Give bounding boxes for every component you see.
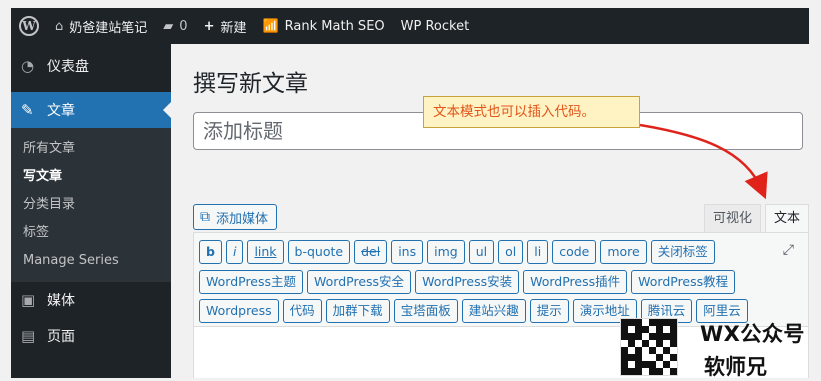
quicktag-button[interactable]: ol	[498, 240, 524, 264]
comment-bubble-icon: ▰	[163, 18, 174, 34]
quicktag-button[interactable]: link	[247, 240, 284, 264]
quicktag-button[interactable]: 提示	[529, 299, 569, 323]
new-content-menu[interactable]: + 新建	[196, 8, 255, 44]
annotation-callout: 文本模式也可以插入代码。	[423, 96, 640, 128]
submenu-write-post[interactable]: 写文章	[11, 163, 171, 191]
comments-count: 0	[179, 18, 188, 34]
posts-submenu: 所有文章 写文章 分类目录 标签 Manage Series	[11, 128, 171, 282]
rank-math-chart-icon: 📶	[262, 18, 279, 34]
quicktag-button[interactable]: 代码	[282, 299, 322, 323]
admin-bar: W ⌂ 奶爸建站笔记 ▰ 0 + 新建 📶 Rank Math SEO WP R…	[11, 8, 809, 44]
submenu-all-posts[interactable]: 所有文章	[11, 135, 171, 163]
add-media-label: 添加媒体	[216, 211, 269, 227]
page-title: 撰写新文章	[193, 71, 308, 97]
dashboard-gauge-icon: ◔	[21, 57, 35, 75]
quicktags-row-2: WordPress主题 WordPress安全 WordPress安装 Word…	[199, 270, 739, 294]
page-icon: ▤	[21, 327, 36, 345]
quicktag-button[interactable]: code	[552, 240, 597, 264]
pushpin-icon: ✎	[21, 101, 34, 119]
sidebar-item-label: 页面	[47, 329, 75, 345]
new-label: 新建	[220, 20, 247, 36]
quicktags-row-1: b i link b-quote del ins img ul ol li co…	[199, 240, 719, 264]
site-name-menu[interactable]: ⌂ 奶爸建站笔记	[47, 8, 155, 44]
tab-visual[interactable]: 可视化	[703, 204, 761, 232]
sidebar-item-label: 文章	[47, 103, 75, 119]
home-icon: ⌂	[55, 18, 64, 34]
wp-rocket-label: WP Rocket	[400, 18, 470, 34]
sidebar-item-pages[interactable]: ▤ 页面	[11, 318, 171, 354]
add-media-button[interactable]: ⧉ 添加媒体	[193, 204, 278, 230]
sidebar-item-label: 仪表盘	[47, 59, 89, 75]
rank-math-label: Rank Math SEO	[284, 18, 385, 34]
comments-menu[interactable]: ▰ 0	[155, 8, 195, 44]
quicktag-button[interactable]: img	[427, 240, 465, 264]
quicktag-button[interactable]: WordPress插件	[523, 270, 628, 294]
watermark-line-1: WX公众号	[700, 322, 805, 346]
plus-icon: +	[203, 18, 215, 34]
submenu-categories[interactable]: 分类目录	[11, 191, 171, 219]
tab-text[interactable]: 文本	[764, 204, 809, 232]
watermark-line-2: 软师兄	[704, 355, 767, 379]
wp-rocket-menu[interactable]: WP Rocket	[393, 8, 478, 44]
quicktag-button[interactable]: 宝塔面板	[393, 299, 458, 323]
watermark: WX公众号 软师兄	[620, 318, 821, 379]
rank-math-menu[interactable]: 📶 Rank Math SEO	[254, 8, 392, 44]
editor-tabs: 可视化 文本	[700, 204, 809, 232]
fullscreen-icon[interactable]: ⤢	[783, 242, 794, 258]
qr-code-icon	[620, 318, 678, 376]
sidebar-item-label: 媒体	[47, 293, 75, 309]
submenu-tags[interactable]: 标签	[11, 219, 171, 247]
sidebar-item-media[interactable]: ▣ 媒体	[11, 282, 171, 318]
quicktag-button[interactable]: more	[600, 240, 647, 264]
sidebar-item-dashboard[interactable]: ◔ 仪表盘	[11, 48, 171, 84]
quicktag-button[interactable]: li	[527, 240, 549, 264]
quicktag-button[interactable]: ins	[391, 240, 424, 264]
quicktag-button[interactable]: ul	[468, 240, 495, 264]
quicktag-button[interactable]: 关闭标签	[650, 240, 715, 264]
sidebar-item-posts[interactable]: ✎ 文章	[11, 92, 171, 128]
quicktag-button[interactable]: b	[199, 240, 222, 264]
quicktag-button[interactable]: WordPress教程	[631, 270, 736, 294]
submenu-manage-series[interactable]: Manage Series	[11, 247, 171, 275]
add-media-icon: ⧉	[200, 209, 210, 225]
quicktag-button[interactable]: WordPress主题	[199, 270, 304, 294]
site-name: 奶爸建站笔记	[69, 20, 148, 36]
admin-sidebar: ◔ 仪表盘 ✎ 文章 所有文章 写文章 分类目录 标签 Manage Serie…	[11, 44, 171, 378]
quicktag-button[interactable]: 建站兴趣	[461, 299, 526, 323]
quicktag-button[interactable]: Wordpress	[199, 299, 279, 323]
quicktag-button[interactable]: 加群下载	[325, 299, 390, 323]
wordpress-logo-icon: W	[19, 16, 39, 36]
media-icon: ▣	[21, 291, 36, 309]
quicktag-button[interactable]: WordPress安全	[307, 270, 412, 294]
quicktag-button[interactable]: WordPress安装	[415, 270, 520, 294]
wp-logo-menu[interactable]: W	[11, 8, 47, 44]
quicktag-button[interactable]: i	[225, 240, 244, 264]
quicktag-button[interactable]: b-quote	[287, 240, 351, 264]
quicktag-button[interactable]: del	[354, 240, 388, 264]
